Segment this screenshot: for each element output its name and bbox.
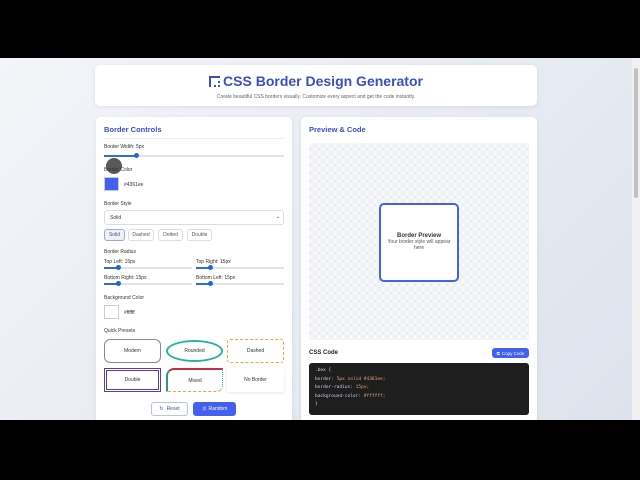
chevron-down-icon: ⌄ [275,214,280,220]
copy-code-button[interactable]: ⧉ Copy Code [492,348,529,358]
css-code-label: CSS Code [309,350,339,356]
radius-bottom-right-slider[interactable] [104,281,192,286]
preset-dashed[interactable]: Dashed [227,339,284,363]
border-color-value: #4361ee [124,182,144,188]
border-style-select[interactable]: Solid ⌄ [104,210,284,225]
radius-top-left-label: Top Left: 15px [104,259,136,265]
radius-top-left-slider[interactable] [104,265,192,270]
panel-title: Border Controls [104,125,162,134]
copy-icon: ⧉ [496,350,500,356]
border-width-slider[interactable] [104,153,284,158]
radius-bottom-left-slider[interactable] [196,281,284,286]
radius-top-right-label: Top Right: 15px [196,259,231,265]
radius-top-right-slider[interactable] [196,265,284,270]
preview-panel: Preview & Code Border Preview Your borde… [301,117,537,420]
radius-bottom-left-label: Bottom Left: 15px [196,275,236,281]
background-color-value: #ffffff [124,310,135,316]
style-button-double[interactable]: Double [187,229,212,241]
page-title: CSS Border Design Generator [95,73,537,89]
preset-mixed[interactable]: Mixed [166,368,223,392]
preview-box-text: Your border style will appear here [387,239,451,251]
style-button-dotted[interactable]: Dotted [158,229,183,241]
header-card: CSS Border Design Generator Create beaut… [95,65,537,106]
border-radius-label: Border Radius [104,249,136,255]
border-width-label: Border Width: 5px [104,144,145,150]
reset-button[interactable]: ↻ Reset [151,402,188,416]
style-button-dashed[interactable]: Dashed [128,229,154,241]
divider [104,138,284,139]
css-code-block: .box { border: 5px solid #4361ee; border… [309,363,529,415]
radius-bottom-right-label: Bottom Right: 15px [104,275,147,281]
style-button-solid[interactable]: Solid [104,229,125,241]
page: CSS Border Design Generator Create beaut… [0,58,640,420]
scrollbar-thumb[interactable] [634,68,638,198]
border-style-label: Border Style [104,201,132,207]
background-color-swatch[interactable] [104,305,119,319]
border-color-swatch[interactable] [104,177,119,191]
border-preview-box: Border Preview Your border style will ap… [379,203,459,282]
subtitle: Create beautiful CSS borders visually. C… [216,94,416,100]
preset-rounded[interactable]: Rounded [166,340,223,362]
border-controls-panel: Border Controls Border Width: 5px Border… [96,117,292,420]
border-color-label: Border Color [104,167,133,173]
preset-modern[interactable]: Modern [104,339,161,363]
panel-title: Preview & Code [309,125,366,134]
random-button[interactable]: ⤨ Random [193,402,236,416]
scrollbar[interactable] [632,58,640,420]
reset-icon: ↻ [159,406,164,412]
quick-presets-label: Quick Presets [104,328,136,334]
background-color-label: Background Color [104,295,145,301]
border-frame-icon [209,76,221,87]
preview-area: Border Preview Your border style will ap… [309,143,529,340]
preset-no-border[interactable]: No Border [227,368,284,392]
shuffle-icon: ⤨ [201,406,206,412]
preset-double[interactable]: Double [104,368,161,392]
